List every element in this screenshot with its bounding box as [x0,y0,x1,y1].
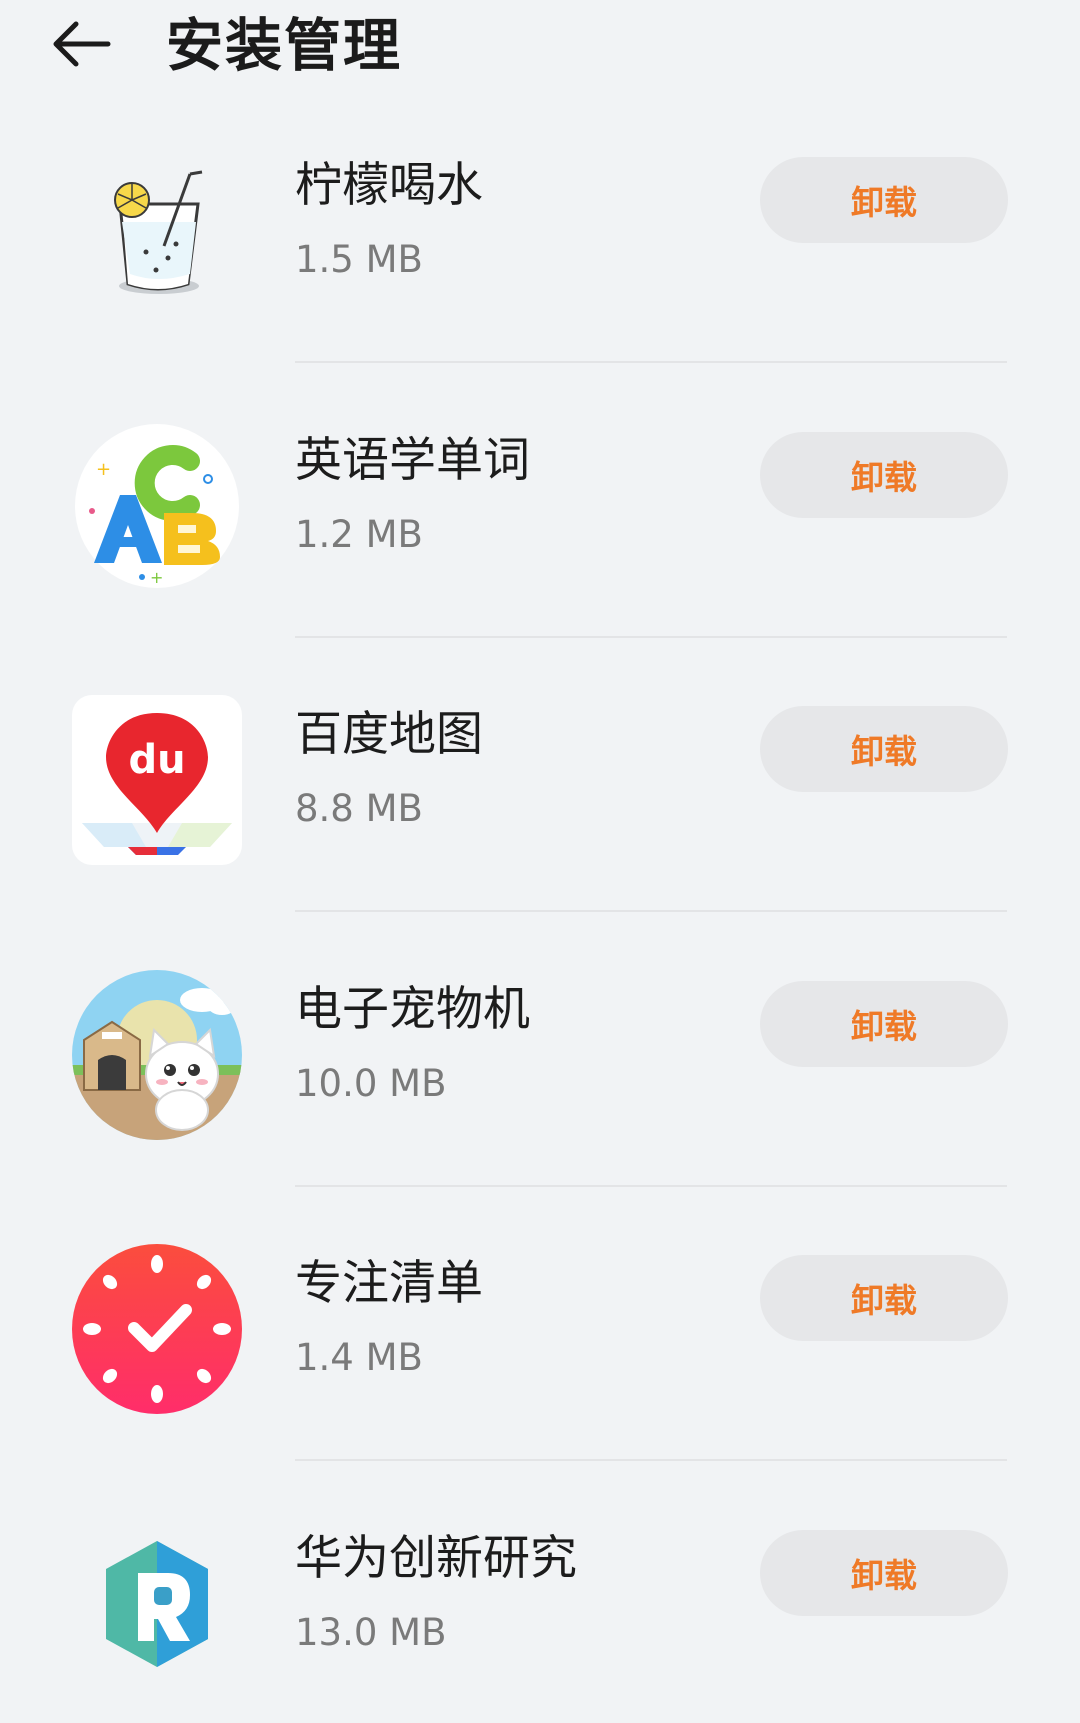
uninstall-button[interactable]: 卸载 [760,706,1008,792]
app-row-baidu-map[interactable]: du 百度地图 8.8 MB 卸载 [0,687,1080,962]
row-divider [295,635,1007,638]
app-size: 1.4 MB [295,1336,423,1379]
abc-letters-icon: + + [72,421,242,591]
app-size: 13.0 MB [295,1610,447,1654]
app-row-lemon-water[interactable]: 柠檬喝水 1.5 MB 卸载 [0,138,1080,413]
uninstall-button[interactable]: 卸载 [760,1255,1008,1341]
app-name: 百度地图 [295,707,483,762]
app-row-e-pet[interactable]: 电子宠物机 10.0 MB 卸载 [0,962,1080,1237]
uninstall-button[interactable]: 卸载 [760,431,1008,518]
install-management-screen: 安装管理 柠檬喝水 1.5 MB 卸载 + + 英语学单词 1.2 MB 卸载 … [0,0,1080,1723]
app-size: 10.0 MB [295,1061,447,1105]
header-bar: 安装管理 [0,0,1080,95]
app-size: 1.5 MB [295,238,423,281]
installed-app-list: 柠檬喝水 1.5 MB 卸载 + + 英语学单词 1.2 MB 卸载 du 百度… [0,138,1080,1723]
baidu-map-pin-icon: du [72,695,242,865]
app-name: 柠檬喝水 [295,158,483,213]
cat-pet-icon [72,969,242,1140]
app-row-english-words[interactable]: + + 英语学单词 1.2 MB 卸载 [0,413,1080,688]
app-row-huawei-research[interactable]: 华为创新研究 13.0 MB 卸载 [0,1511,1080,1723]
svg-text:+: + [150,568,163,587]
app-name: 英语学单词 [295,432,530,488]
app-name: 电子宠物机 [295,981,530,1037]
row-divider [295,1184,1007,1187]
app-size: 8.8 MB [295,787,423,830]
app-name: 华为创新研究 [295,1530,577,1586]
app-size: 1.2 MB [295,512,423,556]
huawei-research-r-icon [72,1519,242,1689]
page-title: 安装管理 [166,13,402,79]
row-divider [295,910,1007,912]
arrow-left-icon [53,21,111,67]
lemon-water-icon [72,146,242,316]
uninstall-button[interactable]: 卸载 [760,1529,1008,1616]
uninstall-button[interactable]: 卸载 [760,980,1008,1067]
focus-clock-check-icon [72,1244,242,1414]
row-divider [295,361,1007,363]
app-name: 专注清单 [295,1256,483,1311]
row-divider [295,1459,1007,1461]
svg-text:+: + [96,459,111,480]
svg-text:du: du [128,737,185,783]
uninstall-button[interactable]: 卸载 [760,157,1008,243]
back-button[interactable] [48,14,118,74]
app-row-focus-list[interactable]: 专注清单 1.4 MB 卸载 [0,1236,1080,1511]
